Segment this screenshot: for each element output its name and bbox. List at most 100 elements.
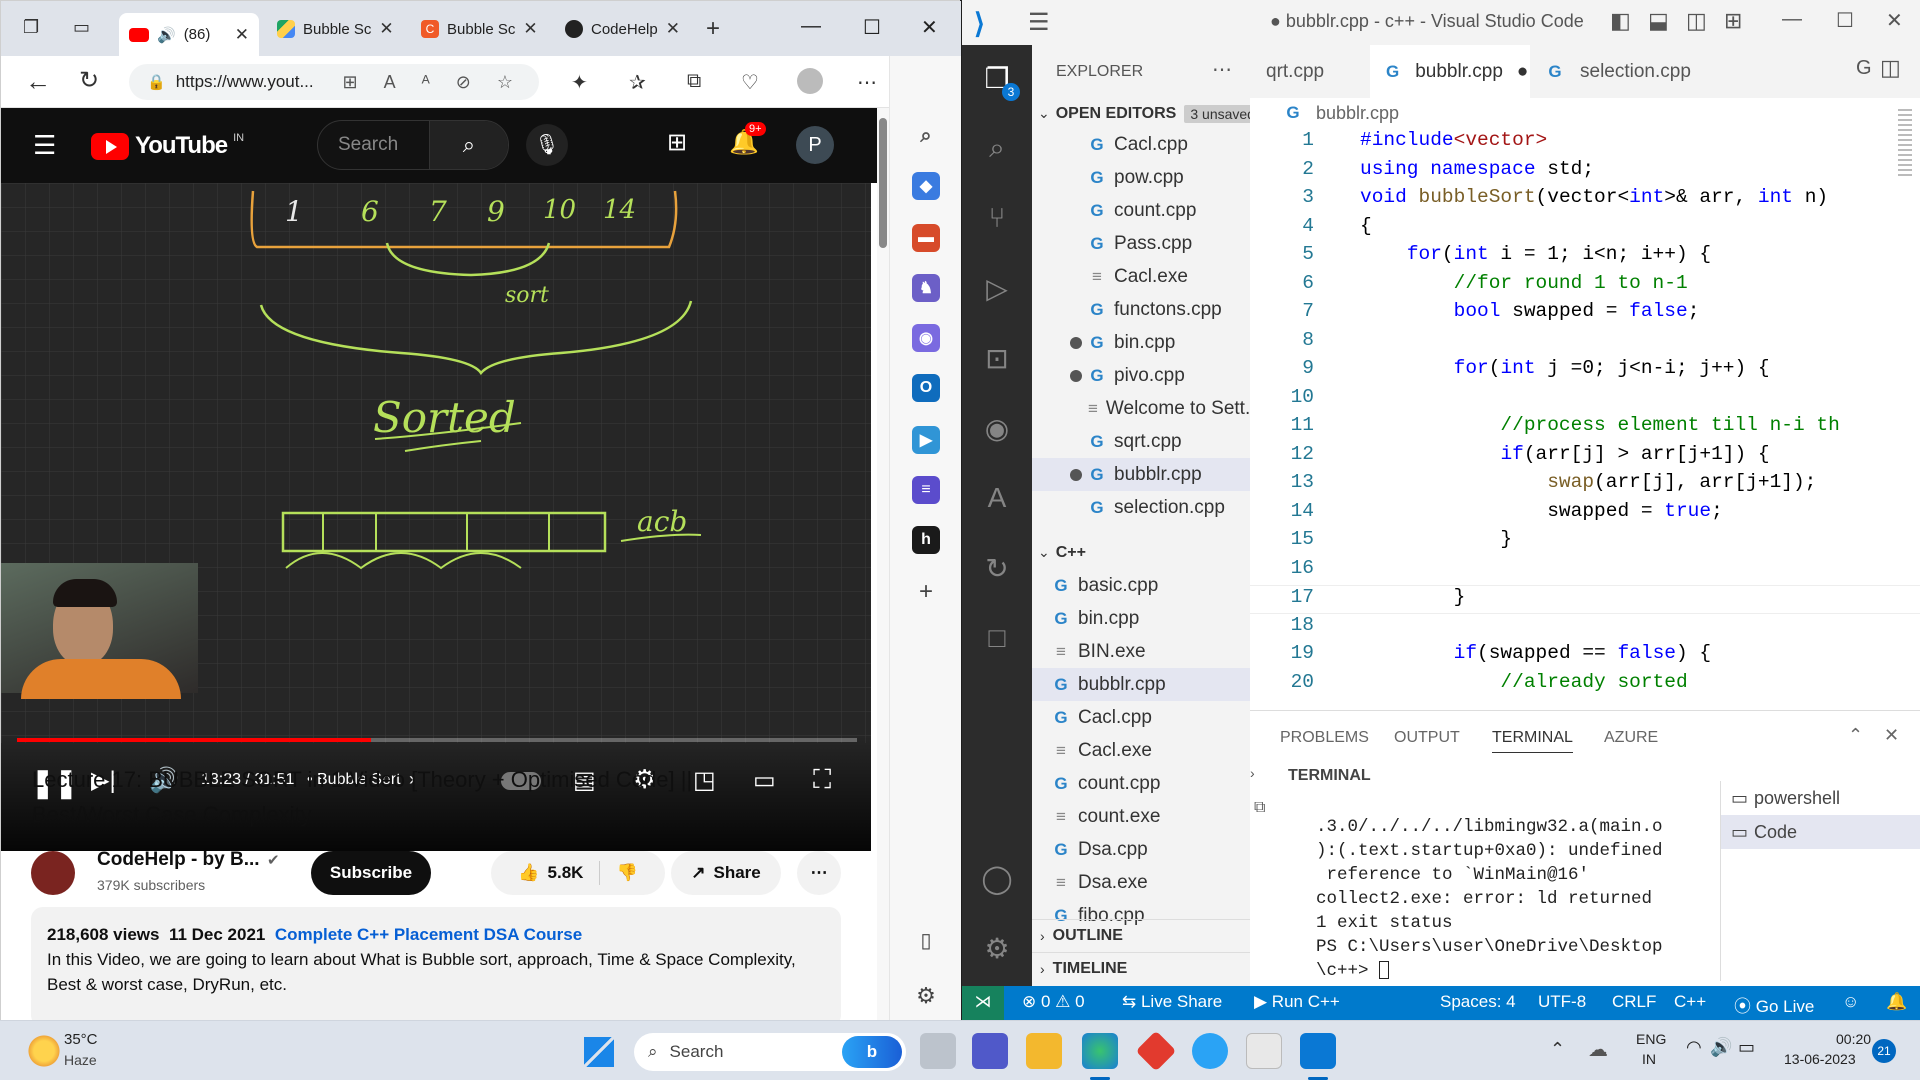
explorer-file-item[interactable]: Gpow.cpp [1032, 161, 1250, 194]
list-app-icon[interactable]: ≡ [912, 476, 940, 504]
terminal-session[interactable]: ▭ Code [1721, 815, 1920, 849]
close-tab-icon[interactable]: ✕ [666, 19, 680, 39]
panel-tab-output[interactable]: OUTPUT [1394, 729, 1460, 747]
menu-hamburger-icon[interactable]: ☰ [1028, 8, 1050, 37]
remote-indicator-icon[interactable]: ⋊ [962, 986, 1004, 1020]
subscribe-button[interactable]: Subscribe [311, 851, 431, 895]
code-line[interactable]: 2 using namespace std; [1250, 158, 1920, 187]
create-video-icon[interactable]: ⊞ [667, 128, 687, 157]
onedrive-cloud-icon[interactable]: ☁ [1588, 1037, 1608, 1062]
feedback-icon[interactable]: ☺ [1842, 992, 1859, 1012]
explorer-file-item[interactable]: G Cacl.cpp [1032, 701, 1250, 734]
explorer-file-item[interactable]: ≡ BIN.exe [1032, 635, 1250, 668]
code-line[interactable]: 3 void bubbleSort(vector<int>& arr, int n… [1250, 186, 1920, 215]
explorer-file-item[interactable]: Gpivo.cpp [1032, 359, 1250, 392]
fullscreen-icon[interactable]: ⛶ [813, 764, 831, 796]
workspaces-icon[interactable]: ❐ [23, 17, 39, 38]
editor-tab-sqrt[interactable]: qrt.cpp [1250, 45, 1370, 98]
terminal-session[interactable]: ▭ powershell [1721, 781, 1920, 815]
code-line[interactable]: 19 if(swapped == false) { [1250, 642, 1920, 671]
page-scrollbar[interactable] [877, 108, 889, 1021]
tab-google-drive[interactable]: Bubble Sc ✕ [267, 11, 402, 47]
code-line[interactable]: 5 for(int i = 1; i<n; i++) { [1250, 243, 1920, 272]
close-tab-icon[interactable]: ✕ [523, 19, 537, 39]
minimap[interactable] [1898, 109, 1912, 179]
code-line[interactable]: 12 if(arr[j] > arr[j+1]) { [1250, 443, 1920, 472]
extensions-square-icon[interactable]: □ [978, 619, 1016, 657]
taskbar-search-box[interactable]: ⌕ Search b [634, 1033, 906, 1071]
panel-collapse-icon[interactable]: › [1250, 765, 1270, 781]
panel-tab-terminal[interactable]: TERMINAL [1492, 729, 1573, 753]
source-control-icon[interactable]: ⑂ [978, 199, 1016, 237]
video-player[interactable]: 1 6 7 9 10 14 sort Sorted acb ❚❚ ▶| 🔊 13… [1, 183, 871, 851]
breadcrumb[interactable]: G bubblr.cpp [1284, 103, 1399, 124]
microsoft365-icon[interactable]: ◉ [912, 324, 940, 352]
unsaved-dot-icon[interactable] [1070, 337, 1082, 349]
code-line[interactable]: 11 //process element till n-i th [1250, 414, 1920, 443]
live-share-icon[interactable]: ↻ [978, 549, 1016, 587]
region-indicator[interactable]: IN [1642, 1051, 1656, 1067]
terminal-output[interactable]: .3.0/../../../libmingw32.a(main.o):(.tex… [1316, 815, 1663, 983]
close-panel-icon[interactable]: ✕ [1884, 725, 1899, 746]
search-icon[interactable]: ⌕ [978, 129, 1016, 167]
video-description[interactable]: 218,608 views 11 Dec 2021 Complete C++ P… [31, 907, 841, 1021]
tools-briefcase-icon[interactable]: ▬ [912, 224, 940, 252]
explorer-file-item[interactable]: G Pass.cpp [1032, 227, 1250, 260]
code-line[interactable]: 7 bool swapped = false; [1250, 300, 1920, 329]
tab-codehelp[interactable]: C Bubble Sc ✕ [411, 11, 546, 47]
more-menu-icon[interactable]: ⋯ [857, 70, 877, 95]
anydesk-icon[interactable] [1135, 1030, 1177, 1072]
go-live-status[interactable]: ⦿ Go Live [1734, 992, 1814, 1017]
tab-actions-icon[interactable]: ▭ [73, 17, 90, 38]
progress-track[interactable] [17, 738, 857, 742]
vscode-taskbar-icon[interactable] [1300, 1033, 1336, 1069]
folder-header[interactable]: ⌄ C++ [1032, 536, 1250, 569]
unsaved-dot-icon[interactable] [1070, 370, 1082, 382]
code-line[interactable]: 13 swap(arr[j], arr[j+1]); [1250, 471, 1920, 500]
close-tab-icon[interactable]: ✕ [379, 19, 393, 39]
collections-icon[interactable]: ⧉ [687, 70, 701, 93]
help-icon[interactable] [1192, 1033, 1228, 1069]
code-editor[interactable]: 1 #include<vector> 2 using namespace std; 3 v… [1250, 129, 1920, 710]
problems-status[interactable]: ⊗ 0 ⚠ 0 [1022, 992, 1085, 1012]
run-cpp-status[interactable]: ▶ Run C++ [1254, 992, 1340, 1012]
volume-icon[interactable]: 🔊 [1710, 1037, 1732, 1058]
battery-icon[interactable]: ▭ [1738, 1037, 1755, 1058]
microphone-icon[interactable]: 🎙 [526, 124, 568, 166]
search-icon[interactable]: ⌕ [428, 121, 508, 169]
split-editor-icon[interactable]: ◫ [1880, 55, 1901, 81]
extensions-icon[interactable]: ✦ [571, 70, 588, 95]
unsaved-dot-icon[interactable] [1070, 469, 1082, 481]
task-view-icon[interactable] [920, 1033, 956, 1069]
timeline-section[interactable]: › TIMELINE [1032, 952, 1250, 985]
encoding-status[interactable]: UTF-8 [1538, 992, 1586, 1012]
explorer-file-item[interactable]: G Dsa.cpp [1032, 833, 1250, 866]
share-button[interactable]: ↗ Share [671, 851, 781, 895]
profile-avatar[interactable] [797, 68, 823, 94]
minimize-button[interactable]: — [1782, 8, 1802, 31]
settings-gear-icon[interactable]: ⚙ [912, 982, 940, 1010]
explorer-file-item[interactable]: Gbubblr.cpp [1032, 458, 1250, 491]
explorer-file-item[interactable]: Gbasic.cpp [1032, 569, 1250, 602]
search-input[interactable]: Search [318, 134, 429, 156]
tab-github[interactable]: CodeHelp ✕ [555, 11, 690, 47]
code-line[interactable]: 20 //already sorted [1250, 671, 1920, 700]
panel-tab-problems[interactable]: PROBLEMS [1280, 729, 1369, 747]
clock-time[interactable]: 00:20 [1836, 1031, 1871, 1047]
code-line[interactable]: 18 [1250, 614, 1920, 643]
youtube-search-box[interactable]: Search ⌕ [317, 120, 509, 170]
toggle-panel-icon[interactable]: ⬓ [1648, 8, 1669, 34]
maximize-panel-icon[interactable]: ⌃ [1848, 725, 1863, 746]
weather-sun-icon[interactable] [26, 1033, 62, 1069]
cpp-run-icon[interactable]: G [1856, 57, 1872, 80]
wifi-icon[interactable]: ◠ [1686, 1037, 1702, 1058]
customize-layout-icon[interactable]: ⊞ [1724, 8, 1742, 34]
live-share-status[interactable]: ⇆ Live Share [1122, 992, 1222, 1012]
language-status[interactable]: C++ [1674, 992, 1706, 1012]
maximize-button[interactable]: ☐ [863, 15, 881, 40]
favorites-icon[interactable]: ✰ [629, 70, 646, 95]
search-icon[interactable]: ⌕ [912, 122, 940, 150]
explorer-more-icon[interactable]: ⋯ [1212, 57, 1232, 82]
scrollbar-thumb[interactable] [879, 118, 887, 248]
more-actions-icon[interactable]: ⋯ [797, 851, 841, 895]
